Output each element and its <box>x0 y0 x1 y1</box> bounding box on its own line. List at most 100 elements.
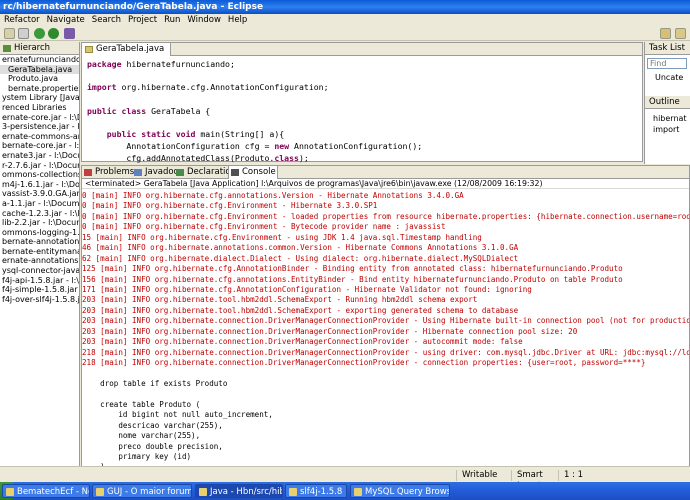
console-line: 156 [main] INFO org.hibernate.cfg.annota… <box>82 274 623 284</box>
taskbar-button[interactable]: BematechEcf - NetBe... <box>2 484 90 498</box>
console-line: 203 [main] INFO org.hibernate.connection… <box>82 326 578 336</box>
tree-item[interactable]: f4j-over-slf4j-1.5.8.jar <box>0 295 79 305</box>
tree-item[interactable]: r-2.7.6.jar - l:\Docume <box>0 161 79 171</box>
console-line: 218 [main] INFO org.hibernate.connection… <box>82 358 646 367</box>
tree-item[interactable]: ernatefurnunciando <box>0 55 79 65</box>
taskbar-button[interactable]: MySQL Query Browser <box>350 484 450 498</box>
java-perspective-icon[interactable] <box>675 28 686 39</box>
editor-tab[interactable]: GeraTabela.java <box>82 43 172 56</box>
code-token: AnnotationConfiguration cfg = <box>87 140 275 151</box>
taskbar-label: slf4j-1.5.8 <box>300 487 343 497</box>
tree-item[interactable]: 3-persistence.jar - l:\D <box>0 122 79 132</box>
tree-item[interactable]: ernate3.jar - l:\Docume <box>0 151 79 161</box>
tree-item[interactable]: ernate-core.jar - l:\Do <box>0 113 79 123</box>
console-line: 171 [main] INFO org.hibernate.cfg.Annota… <box>82 284 532 294</box>
tree-item[interactable]: ernate-annotations.jar <box>0 256 79 266</box>
code-area[interactable]: package hibernatefurnunciando; import or… <box>82 56 642 176</box>
taskbar: BematechEcf - NetBe... GUJ - O maior foru… <box>0 482 690 500</box>
code-token: hibernatefurnunciando; <box>121 59 235 69</box>
external-tools-icon[interactable] <box>64 28 75 39</box>
code-token: ); <box>298 152 309 163</box>
taskbar-button[interactable]: GUJ - O maior forum ... <box>92 484 192 498</box>
code-line: AnnotationConfiguration cfg = new Annota… <box>87 141 642 153</box>
status-bar: Writable Smart Insert 1 : 1 <box>0 466 690 491</box>
tree-item[interactable]: bernate.properties <box>0 84 79 94</box>
problems-icon <box>84 169 92 176</box>
hierarchy-tab[interactable]: Hierarch <box>0 42 79 55</box>
save-icon[interactable] <box>18 28 29 39</box>
tree-item[interactable]: ernate-commons-annot <box>0 132 79 142</box>
code-token: class <box>274 152 299 163</box>
tree-item[interactable]: ystem Library [JavaSE-1. <box>0 93 79 103</box>
taskbar-button[interactable]: Java - Hbn/src/hibern... <box>195 484 283 498</box>
open-perspective-icon[interactable] <box>660 28 671 39</box>
new-icon[interactable] <box>4 28 15 39</box>
tree-item[interactable]: vassist-3.9.0.GA.jar - l:\ <box>0 189 79 199</box>
console-output[interactable]: 0 [main] INFO org.hibernate.cfg.annotati… <box>82 189 689 483</box>
menu-item[interactable]: Search <box>92 15 121 25</box>
tree-item[interactable]: Produto.java <box>0 74 79 84</box>
app-icon <box>289 488 297 496</box>
toolbar <box>0 26 690 41</box>
menu-item[interactable]: Run <box>164 15 180 25</box>
console-line: primary key (id) <box>82 451 192 461</box>
bottom-tab-problems[interactable]: Problems <box>82 166 134 179</box>
code-token: public static void <box>106 129 196 140</box>
menu-item[interactable]: Navigate <box>47 15 85 25</box>
editor-tab-label: GeraTabela.java <box>96 44 165 54</box>
tree-item[interactable]: cache-1.2.3.jar - l:\Docu <box>0 209 79 219</box>
console-line: 203 [main] INFO org.hibernate.tool.hbm2d… <box>82 305 519 315</box>
console-line: drop table if exists Produto <box>82 378 228 388</box>
tree-item[interactable]: ommons-logging-1.1.1.jar <box>0 228 79 238</box>
bottom-tab-javadoc[interactable]: Javadoc <box>132 166 178 179</box>
status-writable: Writable <box>456 470 511 481</box>
tree-item[interactable]: bernate-core.jar - l:\Do <box>0 141 79 151</box>
outline-tree: hibernat import <box>645 113 690 135</box>
menu-item[interactable]: Help <box>228 15 247 25</box>
menu-item[interactable]: Refactor <box>4 15 40 25</box>
tree-item[interactable]: ysql-connector-java-3.0. <box>0 266 79 276</box>
tree-item[interactable]: bernate-entitymanager.j <box>0 247 79 257</box>
menu-item[interactable]: Project <box>128 15 157 25</box>
status-insert-mode: Smart Insert <box>511 470 558 491</box>
tree-item[interactable]: a-1.1.jar - l:\Documents a <box>0 199 79 209</box>
console-line: create table Produto ( <box>82 399 201 409</box>
debug-icon[interactable] <box>34 28 45 39</box>
console-view: Problems Javadoc Declaration Console <termi… <box>81 165 690 482</box>
tree-item[interactable]: renced Libraries <box>0 103 79 113</box>
outline-item[interactable]: import <box>653 124 690 135</box>
console-line: 15 [main] INFO org.hibernate.cfg.Environ… <box>82 232 482 242</box>
taskbar-label: GUJ - O maior forum ... <box>107 487 192 497</box>
tree-item[interactable]: lib-2.2.jar - l:\Documents <box>0 218 79 228</box>
outline-item[interactable]: hibernat <box>653 113 690 124</box>
code-token: main(String[] a){ <box>195 129 285 140</box>
code-token: public class <box>87 105 147 116</box>
bottom-tab-console[interactable]: Console <box>228 166 278 179</box>
taskbar-button[interactable]: slf4j-1.5.8 <box>285 484 347 498</box>
task-list-tab[interactable]: Task List <box>645 42 690 55</box>
javadoc-icon <box>134 169 142 176</box>
tree-item[interactable]: f4j-simple-1.5.8.jar - l:\ <box>0 285 79 295</box>
tree-item[interactable]: m4j-1.6.1.jar - l:\Docum <box>0 180 79 190</box>
console-line: 0 [main] INFO org.hibernate.cfg.annotati… <box>82 191 464 200</box>
bottom-tab-label: Console <box>242 167 276 177</box>
bottom-tabs: Problems Javadoc Declaration Console <box>82 166 689 179</box>
code-token: import <box>87 82 117 93</box>
run-icon[interactable] <box>48 28 59 39</box>
status-position: 1 : 1 <box>558 470 618 481</box>
taskbar-label: MySQL Query Browser <box>365 487 449 497</box>
find-input[interactable] <box>647 58 687 69</box>
tree-item[interactable]: GeraTabela.java <box>0 64 79 75</box>
tree-item[interactable]: bernate-annotations.jar <box>0 237 79 247</box>
bottom-tab-declaration[interactable]: Declaration <box>174 166 236 179</box>
tree-item[interactable]: ommons-collections-3.1.j <box>0 170 79 180</box>
outline-tab[interactable]: Outline <box>645 96 690 109</box>
console-line: 203 [main] INFO org.hibernate.connection… <box>82 316 689 326</box>
menu-item[interactable]: Window <box>187 15 221 25</box>
console-line: 62 [main] INFO org.hibernate.dialect.Dia… <box>82 253 519 263</box>
right-panel: Task List Uncate Outline hibernatimport <box>644 42 690 164</box>
tree-item[interactable]: f4j-api-1.5.8.jar - l:\Do <box>0 276 79 286</box>
